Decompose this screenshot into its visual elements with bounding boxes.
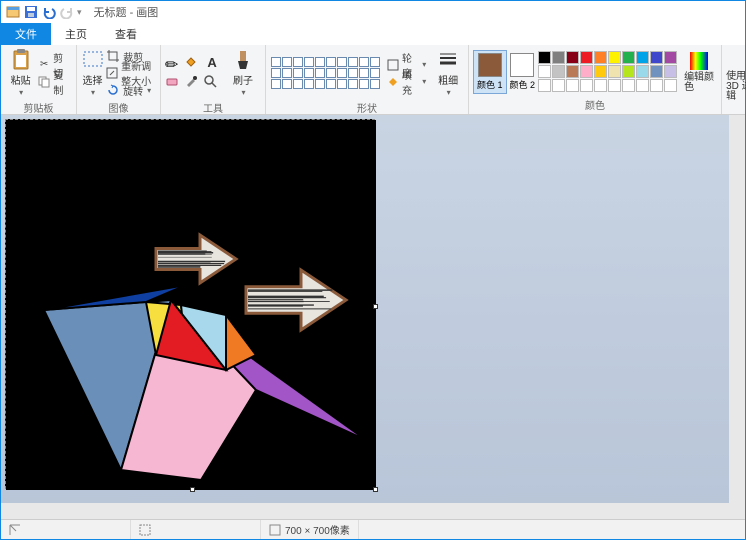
- group-shapes: 轮廓▾ 填充▾ 粗细 ▾ 形状: [266, 45, 469, 114]
- undo-icon[interactable]: [41, 4, 57, 20]
- horizontal-scrollbar[interactable]: [1, 503, 729, 519]
- select-button[interactable]: 选择 ▾: [81, 47, 104, 99]
- paint3d-icon: [742, 49, 746, 71]
- brush-button[interactable]: 刷子 ▾: [225, 47, 261, 99]
- title-bar: ▾ 无标题 - 画图: [1, 1, 745, 23]
- chevron-down-icon: ▾: [447, 88, 451, 97]
- chevron-down-icon: ▾: [242, 88, 246, 97]
- thickness-button[interactable]: 粗细 ▾: [432, 47, 464, 99]
- copy-icon: [38, 75, 50, 89]
- chevron-down-icon: ▾: [91, 88, 95, 97]
- pencil-tool-icon[interactable]: ✏: [165, 55, 183, 73]
- group-tools: ✏ A 刷子 ▾ 工具: [161, 45, 266, 114]
- group-clipboard: 粘贴 ▾ ✂剪切 复制 剪贴板: [1, 45, 77, 114]
- save-icon[interactable]: [23, 4, 39, 20]
- color2-swatch: [510, 53, 534, 77]
- quick-access-toolbar: ▾: [1, 4, 86, 20]
- text-tool-icon[interactable]: A: [203, 55, 221, 73]
- fill-button[interactable]: 填充▾: [385, 74, 428, 90]
- status-bar: 700 × 700像素: [1, 519, 745, 539]
- tab-file[interactable]: 文件: [1, 23, 51, 45]
- chevron-down-icon: ▾: [19, 88, 23, 97]
- app-icon: [5, 4, 21, 20]
- canvas-workarea[interactable]: [1, 115, 745, 519]
- qat-customize-icon[interactable]: ▾: [77, 7, 82, 18]
- ribbon-tabs: 文件 主页 查看: [1, 23, 745, 45]
- color1-swatch: [478, 53, 502, 77]
- color2-button[interactable]: 颜色 2: [507, 51, 539, 93]
- group-paint3d: 使用画图 3D 进行编辑: [722, 45, 746, 114]
- window-title: 无标题 - 画图: [86, 4, 159, 20]
- vertical-scrollbar[interactable]: [729, 115, 745, 519]
- select-icon: [82, 49, 104, 71]
- color1-button[interactable]: 颜色 1: [473, 50, 507, 94]
- group-image: 选择 ▾ 裁剪 重新调整大小 旋转▾ 图像: [77, 45, 161, 114]
- resize-icon: [106, 66, 118, 80]
- brush-icon: [232, 49, 254, 71]
- tab-view[interactable]: 查看: [101, 23, 151, 45]
- fill-icon: [387, 75, 399, 89]
- canvas-drawing: [6, 120, 376, 490]
- group-colors-label: 颜色: [473, 96, 717, 114]
- picker-tool-icon[interactable]: [184, 74, 202, 92]
- canvas[interactable]: [5, 119, 375, 489]
- canvas-size: 700 × 700像素: [261, 520, 359, 539]
- tab-home[interactable]: 主页: [51, 23, 101, 45]
- crop-icon: [106, 49, 120, 63]
- rotate-button[interactable]: 旋转▾: [104, 82, 156, 98]
- ribbon: 粘贴 ▾ ✂剪切 复制 剪贴板 选择 ▾ 裁剪 重新调整大小 旋转▾ 图像: [1, 45, 745, 115]
- cursor-pos: [1, 520, 131, 539]
- paste-label: 粘贴: [11, 72, 31, 87]
- outline-icon: [387, 58, 399, 72]
- paste-button[interactable]: 粘贴 ▾: [5, 47, 36, 99]
- edit-colors-icon: [688, 50, 710, 72]
- rotate-icon: [106, 83, 120, 97]
- edit-colors-button[interactable]: 编辑颜色: [681, 48, 717, 95]
- group-colors: 颜色 1 颜色 2 编辑颜色 颜色: [469, 45, 722, 114]
- selection-size: [131, 520, 261, 539]
- redo-icon[interactable]: [59, 4, 75, 20]
- resize-button[interactable]: 重新调整大小: [104, 65, 156, 81]
- cut-icon: ✂: [38, 58, 50, 72]
- shapes-gallery[interactable]: [270, 56, 381, 90]
- thickness-icon: [437, 49, 459, 71]
- zoom-tool-icon[interactable]: [203, 74, 221, 92]
- paint3d-button[interactable]: 使用画图 3D 进行编辑: [726, 47, 746, 104]
- copy-button[interactable]: 复制: [36, 74, 72, 90]
- paste-icon: [10, 49, 32, 71]
- color-palette[interactable]: [538, 51, 677, 92]
- eraser-tool-icon[interactable]: [165, 74, 183, 92]
- fill-tool-icon[interactable]: [184, 55, 202, 73]
